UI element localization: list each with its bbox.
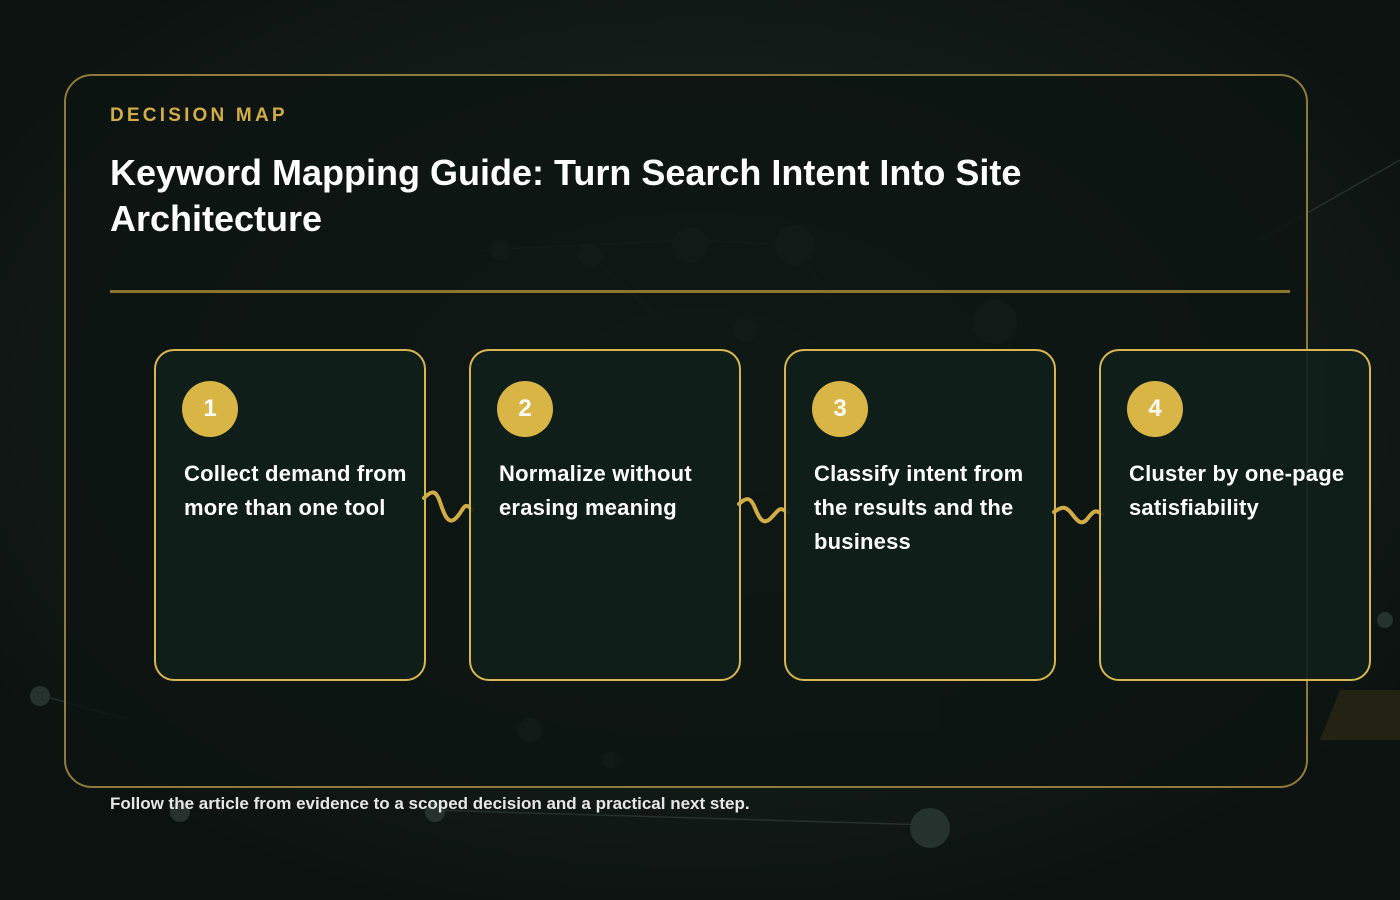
step-number-badge-4: 4 (1127, 381, 1183, 437)
step-number-badge-3: 3 (812, 381, 868, 437)
connector-2-3 (737, 497, 789, 524)
step-number-badge-1: 1 (182, 381, 238, 437)
step-card-1: 1 Collect demand from more than one tool (154, 349, 426, 681)
footer-note: Follow the article from evidence to a sc… (110, 794, 750, 813)
step-label-3: Classify intent from the results and the… (814, 461, 1024, 554)
step-card-4: 4 Cluster by one-page satisfiability (1099, 349, 1371, 681)
step-number-badge-2: 2 (497, 381, 553, 437)
step-label-2: Normalize without erasing meaning (499, 461, 692, 520)
connector-1-2 (422, 490, 474, 523)
step-label-4: Cluster by one-page satisfiability (1129, 461, 1345, 520)
step-card-2: 2 Normalize without erasing meaning (469, 349, 741, 681)
page-title: Keyword Mapping Guide: Turn Search Inten… (110, 152, 1022, 239)
eyebrow-label: DECISION MAP (110, 105, 288, 126)
title-divider (110, 290, 1290, 293)
connector-3-4 (1052, 505, 1104, 525)
step-card-3: 3 Classify intent from the results and t… (784, 349, 1056, 681)
step-label-1: Collect demand from more than one tool (184, 461, 407, 520)
